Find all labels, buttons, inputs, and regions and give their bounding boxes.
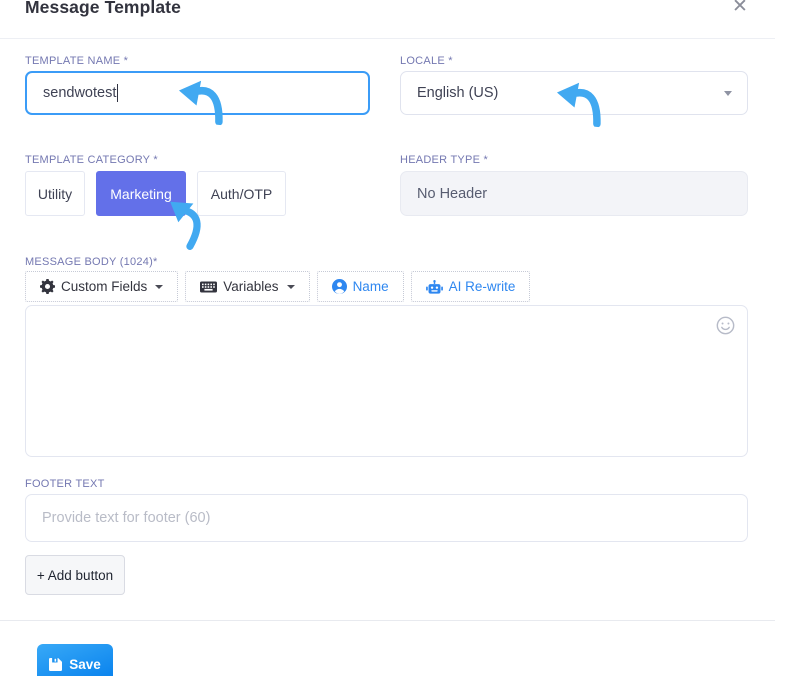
add-button[interactable]: + Add button (25, 555, 125, 595)
template-name-input[interactable]: sendwotest (25, 71, 370, 115)
person-circle-icon (331, 279, 347, 294)
template-name-value: sendwotest (43, 85, 117, 101)
save-label: Save (69, 656, 101, 672)
footer-text-placeholder: Provide text for footer (60) (42, 510, 211, 526)
message-body-label: MESSAGE BODY (1024)* (25, 256, 158, 268)
header-type-value: No Header (417, 185, 488, 202)
chevron-down-icon (724, 91, 732, 96)
name-label: Name (352, 279, 389, 294)
header-type-label: HEADER TYPE * (400, 154, 489, 166)
template-name-label: TEMPLATE NAME * (25, 55, 129, 67)
locale-label: LOCALE * (400, 55, 453, 67)
message-body-toolbar: Custom Fields Variables Name AI Re-write (25, 271, 531, 302)
ai-rewrite-button[interactable]: AI Re-write (410, 271, 531, 302)
template-category-label: TEMPLATE CATEGORY * (25, 154, 158, 166)
emoji-picker-button[interactable] (716, 316, 735, 335)
caret-down-icon (155, 284, 164, 289)
name-button[interactable]: Name (316, 271, 404, 302)
keyboard-icon (200, 281, 218, 293)
category-button-auth-otp[interactable]: Auth/OTP (197, 171, 286, 216)
category-button-marketing[interactable]: Marketing (96, 171, 186, 216)
header-divider (0, 38, 775, 39)
message-template-modal: Message Template ✕ TEMPLATE NAME * sendw… (0, 0, 804, 676)
footer-divider (0, 620, 775, 621)
category-button-utility[interactable]: Utility (25, 171, 85, 216)
locale-selected-value: English (US) (417, 85, 499, 101)
custom-fields-label: Custom Fields (61, 279, 148, 294)
footer-text-label: FOOTER TEXT (25, 478, 105, 490)
footer-text-input[interactable]: Provide text for footer (60) (25, 494, 748, 542)
gear-icon (40, 279, 55, 294)
save-floppy-icon (49, 657, 63, 671)
variables-label: Variables (223, 279, 279, 294)
close-button[interactable]: ✕ (728, 0, 752, 18)
message-body-textarea[interactable] (25, 305, 748, 457)
caret-down-icon (286, 284, 295, 289)
locale-select[interactable]: English (US) (400, 71, 748, 115)
close-icon: ✕ (732, 0, 748, 17)
robot-icon (425, 279, 443, 294)
custom-fields-button[interactable]: Custom Fields (25, 271, 179, 302)
text-cursor (117, 84, 119, 102)
page-title: Message Template (25, 0, 181, 17)
variables-button[interactable]: Variables (185, 271, 310, 302)
save-button[interactable]: Save (37, 644, 113, 676)
header-type-field: No Header (400, 171, 748, 216)
template-category-group: Utility Marketing Auth/OTP (25, 171, 286, 216)
ai-rewrite-label: AI Re-write (448, 279, 516, 294)
